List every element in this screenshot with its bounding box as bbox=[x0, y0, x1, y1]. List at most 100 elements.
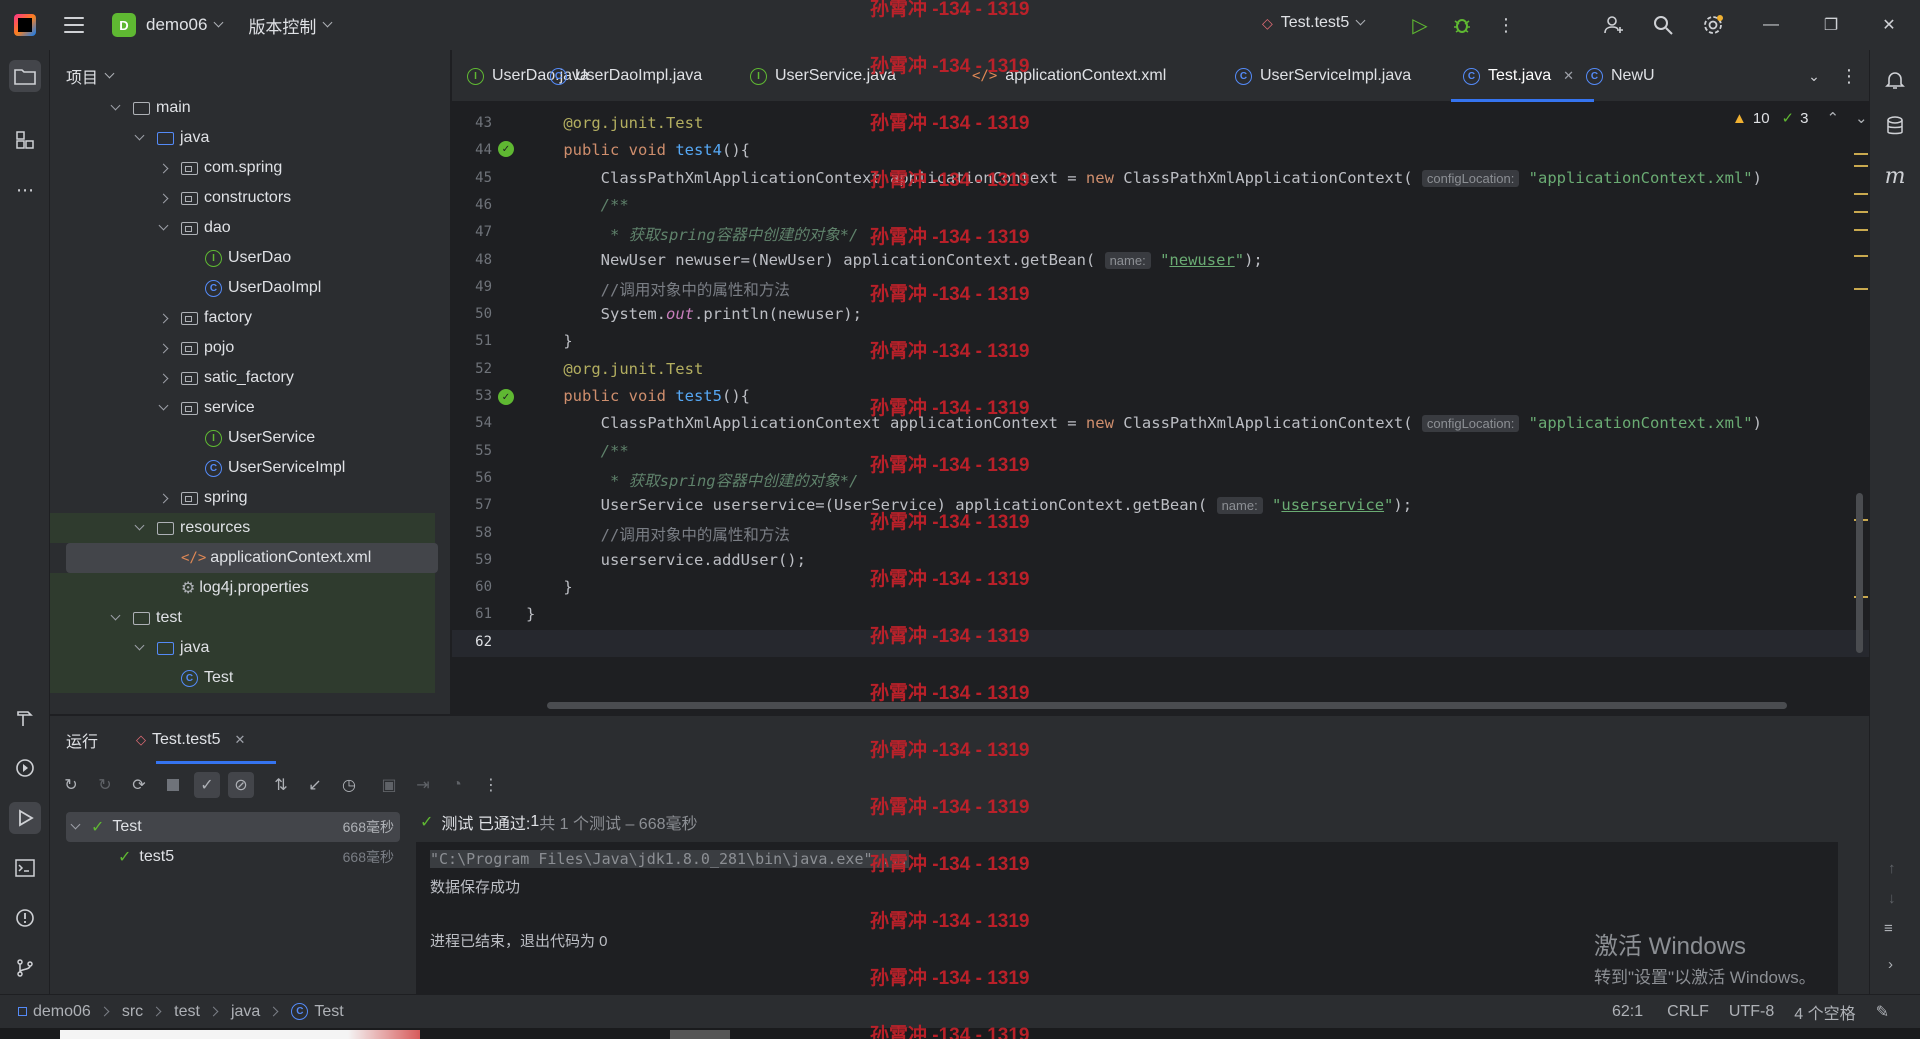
chevron-down-icon[interactable] bbox=[158, 400, 169, 410]
tree-node[interactable]: test bbox=[50, 603, 435, 633]
tree-node[interactable]: resources bbox=[50, 513, 435, 543]
rerun-failed-icon[interactable]: ↻ bbox=[92, 772, 118, 798]
tree-node[interactable]: C Test bbox=[50, 663, 435, 693]
warning-stripe[interactable] bbox=[1854, 255, 1868, 257]
editor-horizontal-scrollbar[interactable] bbox=[547, 702, 1787, 709]
chevron-right-icon[interactable] bbox=[158, 163, 169, 173]
close-tab-icon[interactable]: ✕ bbox=[235, 732, 246, 748]
tree-node[interactable]: java bbox=[50, 123, 435, 153]
coverage-icon[interactable]: ◔ bbox=[444, 772, 470, 798]
database-icon[interactable] bbox=[1879, 110, 1911, 142]
tree-node[interactable]: factory bbox=[50, 303, 435, 333]
chevron-right-icon[interactable] bbox=[158, 373, 169, 383]
show-ignored-icon[interactable]: ⊘ bbox=[228, 772, 254, 798]
tree-node[interactable]: java bbox=[50, 633, 435, 663]
warning-stripe[interactable] bbox=[1854, 211, 1868, 213]
minimize-button[interactable]: — bbox=[1758, 12, 1784, 38]
show-passed-icon[interactable]: ✓ bbox=[194, 772, 220, 798]
problems-icon[interactable] bbox=[9, 902, 41, 934]
readonly-lock-icon[interactable]: ✎ bbox=[1876, 1002, 1889, 1022]
main-menu-icon[interactable] bbox=[64, 17, 84, 33]
breadcrumb-item[interactable]: test bbox=[174, 1003, 200, 1021]
sort-icon[interactable]: ⇅ bbox=[268, 772, 294, 798]
tree-node[interactable]: service bbox=[50, 393, 435, 423]
chevron-down-icon[interactable] bbox=[134, 130, 145, 140]
tree-node[interactable]: constructors bbox=[50, 183, 435, 213]
taskbar-thumbnail[interactable] bbox=[60, 1030, 420, 1039]
history-clock-icon[interactable]: ◷ bbox=[336, 772, 362, 798]
tree-node[interactable]: ⚙ log4j.properties bbox=[50, 573, 435, 603]
editor-tab[interactable]: C UserServiceImpl.java bbox=[1235, 50, 1411, 102]
rerun-icon[interactable]: ↻ bbox=[58, 772, 84, 798]
chevron-right-icon[interactable] bbox=[158, 343, 169, 353]
tree-node[interactable]: com.spring bbox=[50, 153, 435, 183]
chevron-down-icon[interactable] bbox=[158, 220, 169, 230]
chevron-right-icon[interactable] bbox=[158, 193, 169, 203]
warning-stripe[interactable] bbox=[1854, 165, 1868, 167]
more-actions-icon[interactable]: ⋮ bbox=[1494, 13, 1518, 37]
tabs-dropdown-icon[interactable]: ⌄ bbox=[1802, 64, 1826, 88]
run-test-gutter-icon[interactable]: ✓ bbox=[498, 389, 514, 405]
toggle-auto-test-icon[interactable]: ⟳ bbox=[126, 772, 152, 798]
chevron-right-icon[interactable]: › bbox=[1888, 956, 1893, 973]
taskbar-item[interactable] bbox=[670, 1030, 730, 1039]
file-encoding[interactable]: UTF-8 bbox=[1729, 1003, 1774, 1021]
chevron-down-icon[interactable] bbox=[213, 17, 224, 27]
app-logo-icon[interactable] bbox=[14, 14, 36, 36]
scroll-up-icon[interactable]: ↑ bbox=[1888, 860, 1896, 877]
warning-stripe[interactable] bbox=[1854, 229, 1868, 231]
code-editor[interactable]: 43 44 45 46 47 48 49 50 51 52 53 54 55 56 57 58 59 60 61 62… bbox=[452, 103, 1869, 714]
warning-stripe[interactable] bbox=[1854, 288, 1868, 290]
test-row-class[interactable]: ✓ Test 668毫秒 bbox=[66, 812, 400, 842]
run-tab-test5[interactable]: Test.test5 bbox=[152, 731, 220, 749]
vcs-menu[interactable]: 版本控制 bbox=[248, 13, 316, 38]
breadcrumb-item[interactable]: java bbox=[231, 1003, 260, 1021]
tree-node[interactable]: satic_factory bbox=[50, 363, 435, 393]
stop-icon[interactable] bbox=[160, 772, 186, 798]
collapse-icon[interactable]: ↙ bbox=[302, 772, 328, 798]
more-options-icon[interactable]: ⋮ bbox=[478, 772, 504, 798]
chevron-right-icon[interactable] bbox=[158, 313, 169, 323]
prev-highlight-icon[interactable]: ⌃ bbox=[1826, 109, 1839, 127]
search-icon[interactable] bbox=[1651, 13, 1675, 37]
warning-stripe[interactable] bbox=[1854, 153, 1868, 155]
chevron-down-icon[interactable] bbox=[110, 100, 121, 110]
tree-node[interactable]: dao bbox=[50, 213, 435, 243]
notifications-bell-icon[interactable] bbox=[1879, 64, 1911, 96]
tree-node[interactable]: pojo bbox=[50, 333, 435, 363]
settings-gear-icon[interactable] bbox=[1701, 13, 1725, 37]
line-ending[interactable]: CRLF bbox=[1667, 1003, 1709, 1021]
maven-icon[interactable]: m bbox=[1879, 160, 1911, 192]
project-badge[interactable]: D bbox=[112, 13, 136, 37]
tree-node[interactable]: I UserService bbox=[50, 423, 435, 453]
tabs-more-icon[interactable]: ⋮ bbox=[1837, 64, 1861, 88]
inspection-widget[interactable]: ▲ 10 ✓ 3 ⌃ ⌄ bbox=[1732, 109, 1868, 128]
run-tool-icon[interactable] bbox=[9, 802, 41, 834]
project-folder-icon[interactable] bbox=[9, 60, 41, 92]
next-highlight-icon[interactable]: ⌄ bbox=[1855, 109, 1868, 127]
editor-tab[interactable]: C UserDaoImpl.java bbox=[550, 50, 702, 102]
chevron-down-icon[interactable] bbox=[110, 610, 121, 620]
editor-tab[interactable]: C NewU bbox=[1586, 50, 1655, 102]
close-button[interactable]: ✕ bbox=[1876, 12, 1902, 38]
tree-node[interactable]: I UserDao bbox=[50, 243, 435, 273]
chevron-down-icon[interactable] bbox=[134, 640, 145, 650]
tree-node[interactable]: main bbox=[50, 93, 435, 123]
run-panel-title[interactable]: 运行 bbox=[66, 728, 98, 752]
build-hammer-icon[interactable] bbox=[9, 702, 41, 734]
debug-icon[interactable] bbox=[1450, 13, 1474, 37]
git-branch-icon[interactable] bbox=[9, 952, 41, 984]
tree-node[interactable]: spring bbox=[50, 483, 435, 513]
export-icon[interactable]: ▣ bbox=[376, 772, 402, 798]
tree-node[interactable]: C UserDaoImpl bbox=[50, 273, 435, 303]
chevron-down-icon[interactable] bbox=[70, 819, 81, 829]
terminal-icon[interactable] bbox=[9, 852, 41, 884]
close-tab-icon[interactable]: ✕ bbox=[1563, 68, 1574, 84]
project-name[interactable]: demo06 bbox=[146, 15, 207, 35]
services-icon[interactable] bbox=[9, 752, 41, 784]
chevron-right-icon[interactable] bbox=[158, 493, 169, 503]
test-row-method[interactable]: ✓ test5 668毫秒 bbox=[66, 842, 400, 872]
tree-node[interactable]: C UserServiceImpl bbox=[50, 453, 435, 483]
editor-tab[interactable]: C Test.java ✕ bbox=[1450, 50, 1595, 102]
chevron-down-icon[interactable] bbox=[134, 520, 145, 530]
